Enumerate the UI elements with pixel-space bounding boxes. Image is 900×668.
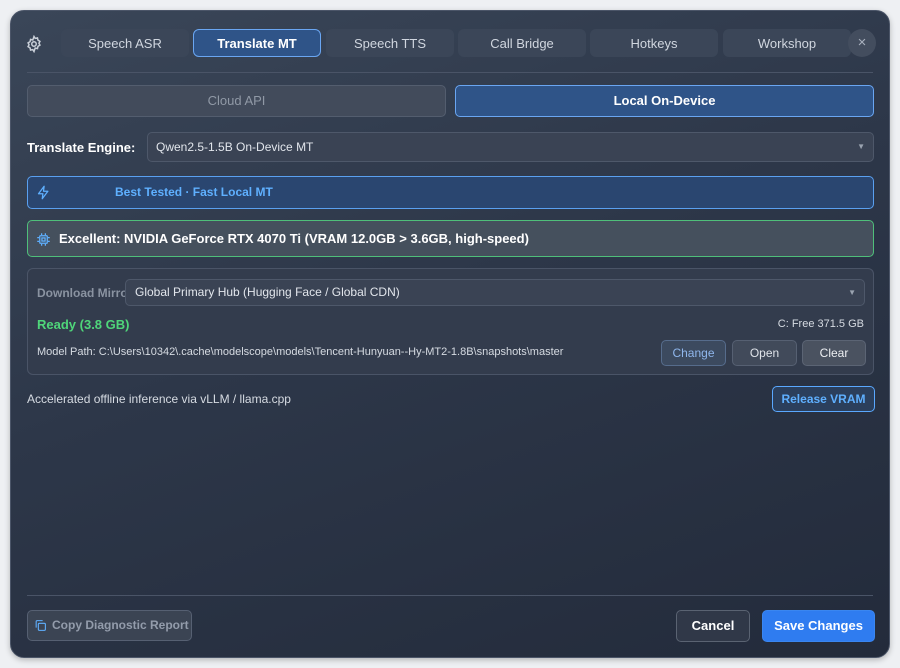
tab-speech-asr[interactable]: Speech ASR — [61, 29, 189, 57]
tab-hotkeys[interactable]: Hotkeys — [590, 29, 718, 57]
clear-model-button[interactable]: Clear — [802, 340, 866, 366]
inference-note: Accelerated offline inference via vLLM /… — [27, 392, 291, 406]
chevron-down-icon: ▼ — [848, 288, 856, 297]
tab-speech-tts[interactable]: Speech TTS — [326, 29, 454, 57]
copy-icon — [34, 619, 47, 632]
header-divider — [27, 72, 873, 73]
engine-badge-text: Best Tested · Fast Local MT — [115, 185, 273, 199]
model-path: Model Path: C:\Users\10342\.cache\models… — [37, 346, 564, 358]
gpu-status-banner: Excellent: NVIDIA GeForce RTX 4070 Ti (V… — [27, 220, 874, 257]
download-panel: Download Mirror Global Primary Hub (Hugg… — [27, 268, 874, 375]
close-icon[interactable]: × — [848, 29, 876, 57]
free-space: C: Free 371.5 GB — [777, 318, 864, 330]
chip-icon — [36, 232, 51, 247]
mode-local-on-device-button[interactable]: Local On-Device — [455, 85, 874, 117]
copy-diagnostic-label: Copy Diagnostic Report — [52, 618, 189, 632]
engine-badge-banner: Best Tested · Fast Local MT — [27, 176, 874, 209]
gear-icon[interactable] — [25, 35, 43, 53]
cancel-button[interactable]: Cancel — [676, 610, 750, 642]
engine-select[interactable]: Qwen2.5-1.5B On-Device MT ▼ — [147, 132, 874, 162]
tab-call-bridge[interactable]: Call Bridge — [458, 29, 586, 57]
open-path-button[interactable]: Open — [732, 340, 797, 366]
copy-diagnostic-button[interactable]: Copy Diagnostic Report — [27, 610, 192, 641]
mode-cloud-api-button[interactable]: Cloud API — [27, 85, 446, 117]
gpu-status-text: Excellent: NVIDIA GeForce RTX 4070 Ti (V… — [59, 231, 529, 246]
footer-divider — [27, 595, 873, 596]
tab-translate-mt[interactable]: Translate MT — [193, 29, 321, 57]
tab-workshop[interactable]: Workshop — [723, 29, 851, 57]
engine-select-value: Qwen2.5-1.5B On-Device MT — [156, 140, 314, 154]
download-mirror-value: Global Primary Hub (Hugging Face / Globa… — [135, 285, 400, 299]
release-vram-button[interactable]: Release VRAM — [772, 386, 875, 412]
model-status: Ready (3.8 GB) — [37, 317, 130, 332]
change-path-button[interactable]: Change — [661, 340, 726, 366]
download-mirror-label: Download Mirror — [37, 286, 133, 300]
settings-window: Speech ASR Translate MT Speech TTS Call … — [10, 10, 890, 658]
chevron-down-icon: ▼ — [857, 142, 865, 151]
engine-label: Translate Engine: — [27, 140, 136, 155]
tab-bar: Speech ASR Translate MT Speech TTS Call … — [25, 29, 876, 59]
lightning-icon — [36, 185, 51, 200]
download-mirror-select[interactable]: Global Primary Hub (Hugging Face / Globa… — [125, 279, 865, 306]
save-changes-button[interactable]: Save Changes — [762, 610, 875, 642]
